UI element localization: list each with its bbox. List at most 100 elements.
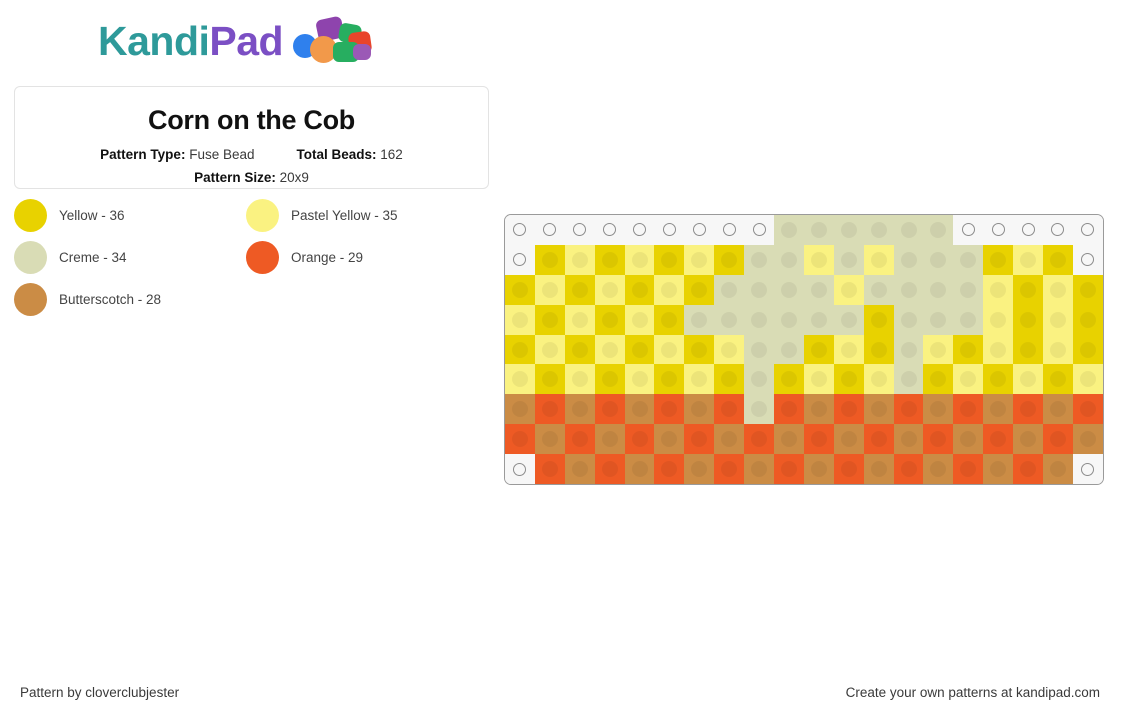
bead-cell[interactable] xyxy=(534,334,565,365)
bead-cell[interactable] xyxy=(953,274,984,305)
bead-cell[interactable] xyxy=(953,364,984,395)
bead-cell[interactable] xyxy=(594,244,625,275)
bead-cell[interactable] xyxy=(744,394,775,425)
bead-cell[interactable] xyxy=(684,334,715,365)
bead-cell[interactable] xyxy=(624,274,655,305)
bead-cell[interactable] xyxy=(714,274,745,305)
bead-cell[interactable] xyxy=(983,364,1014,395)
bead-cell[interactable] xyxy=(744,454,775,485)
bead-cell[interactable] xyxy=(983,304,1014,335)
bead-cell[interactable] xyxy=(1072,424,1103,455)
bead-cell[interactable] xyxy=(1043,304,1073,335)
bead-cell[interactable] xyxy=(564,274,595,305)
bead-cell[interactable] xyxy=(983,454,1014,485)
bead-cell[interactable] xyxy=(1072,364,1103,395)
bead-cell[interactable] xyxy=(863,454,894,485)
bead-cell[interactable] xyxy=(1013,454,1044,485)
bead-cell[interactable] xyxy=(953,454,984,485)
bead-cell[interactable] xyxy=(714,424,745,455)
bead-cell[interactable] xyxy=(774,244,804,275)
bead-cell[interactable] xyxy=(654,304,685,335)
bead-cell[interactable] xyxy=(534,454,565,485)
bead-cell-empty[interactable] xyxy=(983,215,1014,245)
bead-cell[interactable] xyxy=(803,454,834,485)
bead-cell[interactable] xyxy=(744,364,775,395)
bead-cell[interactable] xyxy=(833,215,864,245)
bead-cell[interactable] xyxy=(803,394,834,425)
bead-cell[interactable] xyxy=(833,334,864,365)
bead-cell[interactable] xyxy=(863,215,894,245)
bead-cell[interactable] xyxy=(654,244,685,275)
bead-cell[interactable] xyxy=(534,244,565,275)
bead-cell[interactable] xyxy=(624,334,655,365)
bead-cell[interactable] xyxy=(833,424,864,455)
bead-cell[interactable] xyxy=(564,304,595,335)
bead-cell[interactable] xyxy=(564,424,595,455)
bead-cell[interactable] xyxy=(953,334,984,365)
bead-cell[interactable] xyxy=(684,454,715,485)
footer-promo[interactable]: Create your own patterns at kandipad.com xyxy=(846,685,1100,700)
bead-cell[interactable] xyxy=(624,304,655,335)
bead-cell[interactable] xyxy=(923,364,954,395)
bead-cell[interactable] xyxy=(714,334,745,365)
bead-cell[interactable] xyxy=(505,304,535,335)
bead-cell[interactable] xyxy=(505,334,535,365)
bead-cell[interactable] xyxy=(983,274,1014,305)
bead-cell[interactable] xyxy=(714,244,745,275)
bead-cell[interactable] xyxy=(983,244,1014,275)
bead-cell[interactable] xyxy=(505,394,535,425)
bead-cell[interactable] xyxy=(1013,274,1044,305)
bead-cell[interactable] xyxy=(774,454,804,485)
bead-cell[interactable] xyxy=(594,454,625,485)
bead-cell[interactable] xyxy=(833,244,864,275)
bead-cell[interactable] xyxy=(923,424,954,455)
bead-cell[interactable] xyxy=(564,334,595,365)
bead-cell[interactable] xyxy=(684,364,715,395)
bead-cell[interactable] xyxy=(983,394,1014,425)
bead-cell[interactable] xyxy=(923,454,954,485)
bead-cell-empty[interactable] xyxy=(953,215,984,245)
bead-cell-empty[interactable] xyxy=(714,215,745,245)
bead-cell[interactable] xyxy=(534,424,565,455)
bead-cell[interactable] xyxy=(594,394,625,425)
bead-cell[interactable] xyxy=(923,244,954,275)
bead-cell-empty[interactable] xyxy=(534,215,565,245)
bead-cell-empty[interactable] xyxy=(1013,215,1044,245)
bead-pattern-panel[interactable] xyxy=(504,214,1104,486)
bead-cell[interactable] xyxy=(1043,274,1073,305)
bead-cell[interactable] xyxy=(803,364,834,395)
bead-cell[interactable] xyxy=(594,274,625,305)
bead-cell[interactable] xyxy=(774,274,804,305)
bead-cell[interactable] xyxy=(863,424,894,455)
bead-cell[interactable] xyxy=(953,424,984,455)
bead-cell[interactable] xyxy=(1072,274,1103,305)
bead-cell[interactable] xyxy=(923,215,954,245)
bead-cell[interactable] xyxy=(594,424,625,455)
bead-cell[interactable] xyxy=(654,364,685,395)
bead-cell[interactable] xyxy=(774,424,804,455)
bead-cell[interactable] xyxy=(744,304,775,335)
bead-cell[interactable] xyxy=(624,424,655,455)
bead-cell[interactable] xyxy=(564,244,595,275)
bead-cell[interactable] xyxy=(534,394,565,425)
bead-cell[interactable] xyxy=(684,244,715,275)
bead-cell[interactable] xyxy=(953,304,984,335)
bead-cell[interactable] xyxy=(624,394,655,425)
bead-cell[interactable] xyxy=(1013,364,1044,395)
bead-cell-empty[interactable] xyxy=(1072,454,1103,485)
bead-cell[interactable] xyxy=(893,364,924,395)
bead-cell[interactable] xyxy=(1043,424,1073,455)
bead-cell[interactable] xyxy=(624,364,655,395)
bead-cell[interactable] xyxy=(803,424,834,455)
bead-cell[interactable] xyxy=(654,424,685,455)
bead-cell[interactable] xyxy=(594,364,625,395)
bead-cell[interactable] xyxy=(564,454,595,485)
bead-cell[interactable] xyxy=(833,394,864,425)
bead-cell[interactable] xyxy=(654,334,685,365)
bead-cell[interactable] xyxy=(863,334,894,365)
bead-cell[interactable] xyxy=(863,244,894,275)
bead-cell-empty[interactable] xyxy=(1072,215,1103,245)
bead-cell[interactable] xyxy=(774,364,804,395)
bead-cell[interactable] xyxy=(893,424,924,455)
bead-cell[interactable] xyxy=(1072,304,1103,335)
